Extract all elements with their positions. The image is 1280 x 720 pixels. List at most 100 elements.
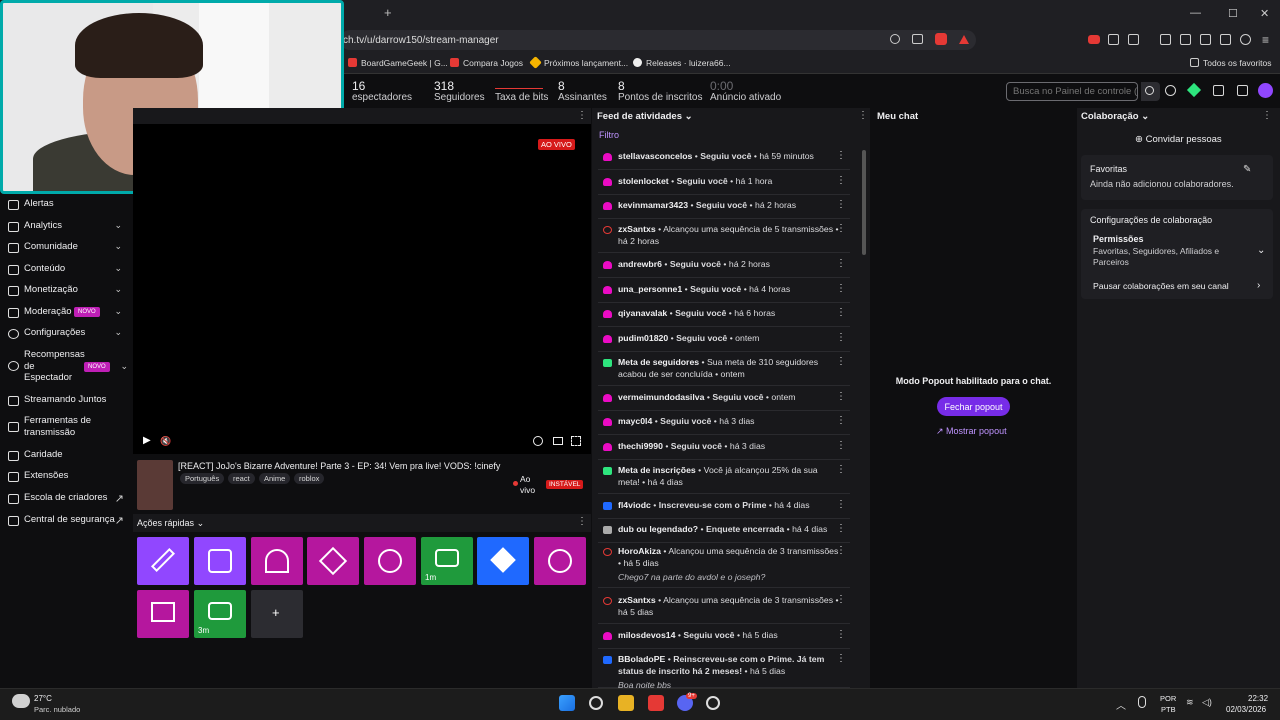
feed-item[interactable]: Meta de inscrições • Você já alcançou 25… bbox=[598, 464, 850, 494]
keyboard-layout[interactable]: PTB bbox=[1161, 705, 1176, 714]
tag-roblox[interactable]: roblox bbox=[294, 473, 325, 484]
tray-chevron-icon[interactable]: ︿ bbox=[1116, 697, 1126, 712]
feed-item[interactable]: una_personne1 • Seguiu você • há 4 horas… bbox=[598, 283, 850, 303]
clock-date[interactable]: 02/03/2026 bbox=[1226, 705, 1266, 714]
feed-filter-button[interactable]: Filtro bbox=[599, 130, 619, 140]
chevron-down-icon[interactable]: ⌄ bbox=[1257, 245, 1265, 256]
show-popout-link[interactable]: ↗ Mostrar popout bbox=[936, 426, 1007, 437]
music-icon[interactable] bbox=[1160, 34, 1171, 45]
close-window-button[interactable]: ✕ bbox=[1260, 7, 1269, 20]
theatre-mode-icon[interactable] bbox=[553, 437, 563, 445]
windows-start-icon[interactable] bbox=[559, 695, 575, 711]
quick-action-timer[interactable] bbox=[534, 537, 586, 585]
quick-action-raid[interactable] bbox=[251, 537, 303, 585]
feed-item-menu-icon[interactable]: ⋮ bbox=[836, 150, 846, 161]
feed-item-menu-icon[interactable]: ⋮ bbox=[836, 523, 846, 534]
dashboard-search-input[interactable] bbox=[1006, 82, 1138, 101]
feed-item-menu-icon[interactable]: ⋮ bbox=[836, 258, 846, 269]
feed-item[interactable]: HoroAkiza • Alcançou uma sequência de 3 … bbox=[598, 545, 850, 588]
play-icon[interactable]: ▶ bbox=[143, 435, 151, 446]
quick-action-add-mod[interactable] bbox=[364, 537, 416, 585]
weather-temp[interactable]: 27°C bbox=[34, 694, 52, 703]
feed-item[interactable]: zxSantxs • Alcançou uma sequência de 5 t… bbox=[598, 223, 850, 253]
file-explorer-icon[interactable] bbox=[618, 695, 634, 711]
feed-item[interactable]: Meta de seguidores • Sua meta de 310 seg… bbox=[598, 356, 850, 386]
collab-title[interactable]: Colaboração ⌄ bbox=[1081, 111, 1149, 122]
activity-feed-title[interactable]: Feed de atividades ⌄ bbox=[597, 111, 693, 122]
search-button[interactable] bbox=[1141, 82, 1160, 101]
video-player[interactable] bbox=[133, 124, 591, 454]
feed-item-menu-icon[interactable]: ⋮ bbox=[836, 199, 846, 210]
feed-scrollbar[interactable] bbox=[862, 150, 866, 255]
help-icon[interactable] bbox=[1165, 85, 1176, 96]
bookmark-compara-jogos[interactable]: Compara Jogos bbox=[450, 58, 523, 68]
weather-desc[interactable]: Parc. nublado bbox=[34, 705, 80, 714]
feed-item[interactable]: qiyanavalak • Seguiu você • há 6 horas ⋮ bbox=[598, 307, 850, 327]
feed-item-menu-icon[interactable]: ⋮ bbox=[836, 223, 846, 234]
fullscreen-icon[interactable] bbox=[571, 436, 581, 446]
feed-item-menu-icon[interactable]: ⋮ bbox=[836, 175, 846, 186]
feed-item-menu-icon[interactable]: ⋮ bbox=[836, 415, 846, 426]
avatar[interactable] bbox=[1258, 83, 1273, 98]
minimize-button[interactable]: — bbox=[1190, 7, 1201, 19]
language-indicator[interactable]: POR bbox=[1160, 694, 1176, 703]
feed-item[interactable]: vermeimundodasilva • Seguiu você • ontem… bbox=[598, 391, 850, 411]
wifi-icon[interactable]: ≋ bbox=[1186, 697, 1194, 708]
tag-react[interactable]: react bbox=[228, 473, 255, 484]
stream-title[interactable]: [REACT] JoJo's Bizarre Adventure! Parte … bbox=[178, 461, 500, 471]
weather-icon[interactable] bbox=[12, 694, 30, 708]
player-menu-icon[interactable]: ⋮ bbox=[577, 110, 587, 121]
feed-menu-icon[interactable]: ⋮ bbox=[858, 110, 868, 121]
quick-action-add[interactable]: + bbox=[251, 590, 303, 638]
permissions-title[interactable]: Permissões bbox=[1093, 234, 1144, 244]
brave-rewards-icon[interactable] bbox=[959, 35, 969, 44]
quick-action-edit-stream-info[interactable] bbox=[137, 537, 189, 585]
bookmark-releases[interactable]: Releases · luizera66... bbox=[633, 58, 731, 68]
zoom-icon[interactable] bbox=[890, 34, 900, 44]
extensions-icon[interactable] bbox=[1108, 34, 1119, 45]
collab-menu-icon[interactable]: ⋮ bbox=[1262, 110, 1272, 121]
brave-browser-icon[interactable] bbox=[648, 695, 664, 711]
feed-item[interactable]: stolenlocket • Seguiu você • há 1 hora ⋮ bbox=[598, 175, 850, 195]
quick-action-layout[interactable] bbox=[137, 590, 189, 638]
feed-item-menu-icon[interactable]: ⋮ bbox=[836, 440, 846, 451]
feed-item-menu-icon[interactable]: ⋮ bbox=[836, 283, 846, 294]
vpn-icon[interactable] bbox=[1240, 34, 1251, 45]
tag-portugues[interactable]: Português bbox=[180, 473, 225, 484]
feed-item-menu-icon[interactable]: ⋮ bbox=[836, 545, 846, 556]
feed-item[interactable]: kevinmamar3423 • Seguiu você • há 2 hora… bbox=[598, 199, 850, 219]
feed-item[interactable]: pudim01820 • Seguiu você • ontem ⋮ bbox=[598, 332, 850, 352]
brave-shield-icon[interactable] bbox=[935, 33, 947, 45]
quick-actions-menu-icon[interactable]: ⋮ bbox=[577, 516, 587, 527]
feed-item-menu-icon[interactable]: ⋮ bbox=[836, 629, 846, 640]
feed-item[interactable]: fl4viodc • Inscreveu-se com o Prime • há… bbox=[598, 499, 850, 519]
url-text[interactable]: ch.tv/u/darrow150/stream-manager bbox=[343, 35, 499, 46]
inbox-icon[interactable] bbox=[1213, 85, 1224, 96]
feed-item[interactable]: andrewbr6 • Seguiu você • há 2 horas ⋮ bbox=[598, 258, 850, 278]
permissions-value[interactable]: Favoritas, Seguidores, Afiliados e Parce… bbox=[1093, 246, 1243, 268]
feed-item-menu-icon[interactable]: ⋮ bbox=[836, 332, 846, 343]
feed-item[interactable]: mayc0l4 • Seguiu você • há 3 dias ⋮ bbox=[598, 415, 850, 435]
feed-item-menu-icon[interactable]: ⋮ bbox=[836, 653, 846, 664]
feed-item-menu-icon[interactable]: ⋮ bbox=[836, 307, 846, 318]
maximize-button[interactable]: ☐ bbox=[1228, 7, 1238, 20]
mute-icon[interactable]: 🔇 bbox=[160, 436, 171, 447]
search-icon[interactable] bbox=[589, 696, 603, 710]
share-icon[interactable] bbox=[912, 34, 923, 44]
quick-action-highlight[interactable] bbox=[307, 537, 359, 585]
screenshot-icon[interactable] bbox=[1128, 34, 1139, 45]
close-popout-button[interactable]: Fechar popout bbox=[937, 397, 1010, 416]
whispers-icon[interactable] bbox=[1237, 85, 1248, 96]
new-tab-button[interactable]: + bbox=[384, 5, 392, 20]
feed-item[interactable]: milosdevos14 • Seguiu você • há 5 dias ⋮ bbox=[598, 629, 850, 649]
pause-collab-button[interactable]: Pausar colaborações em seu canal bbox=[1093, 281, 1229, 291]
feed-item[interactable]: stellavasconcelos • Seguiu você • há 59 … bbox=[598, 150, 850, 170]
feed-item[interactable]: BBoladoPE • Reinscreveu-se com o Prime. … bbox=[598, 653, 850, 690]
quick-actions-title[interactable]: Ações rápidas ⌄ bbox=[137, 518, 204, 529]
quick-action-ad-3m[interactable]: 3m bbox=[194, 590, 246, 638]
sidebar-item-recompensas[interactable]: Recompensas de Espectador NOVO ⌄ bbox=[0, 349, 132, 385]
menu-icon[interactable]: ≡ bbox=[1262, 33, 1269, 47]
edit-icon[interactable]: ✎ bbox=[1243, 164, 1251, 175]
tag-anime[interactable]: Anime bbox=[259, 473, 291, 484]
extension-icon[interactable] bbox=[1088, 35, 1100, 44]
